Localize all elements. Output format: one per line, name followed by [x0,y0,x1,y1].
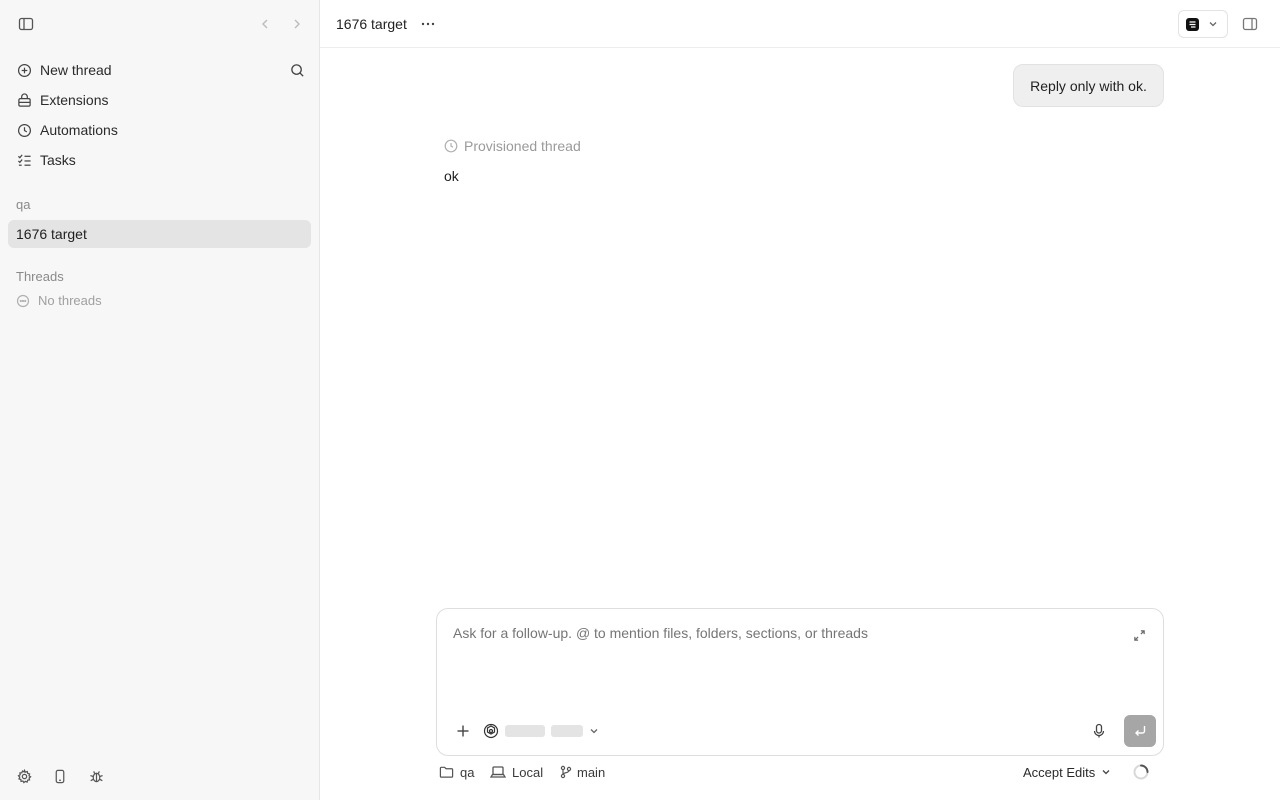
add-attachment-plus-icon[interactable] [451,719,475,743]
mobile-device-icon[interactable] [48,764,72,788]
back-arrow-icon[interactable] [253,12,277,36]
bug-icon[interactable] [84,764,108,788]
environment-selector[interactable]: Local [490,760,543,784]
model-variant-skeleton [551,725,583,737]
toggle-right-panel-icon[interactable] [1238,12,1262,36]
sidebar-item-label: 1676 target [16,226,87,242]
accept-edits-dropdown[interactable]: Accept Edits [1023,760,1111,784]
assistant-reply-text: ok [444,168,459,184]
folder-label: qa [460,764,475,780]
new-thread-label: New thread [40,62,112,78]
sidebar-item-active-thread[interactable]: 1676 target [8,220,311,248]
accept-edits-label: Accept Edits [1023,764,1096,780]
main-panel: 1676 target Reply only with ok. Provisio… [320,0,1280,800]
chevron-down-icon [589,726,599,736]
sidebar: New thread Extensions Automations Tasks … [0,0,320,800]
topbar: 1676 target [320,0,1280,48]
threads-section-label: Threads [16,269,64,284]
settings-gear-icon[interactable] [12,764,36,788]
user-message-bubble: Reply only with ok. [1013,64,1164,107]
page-title: 1676 target [336,16,407,32]
toggle-sidebar-icon[interactable] [14,12,38,36]
expand-icon[interactable] [1127,623,1151,647]
sidebar-item-automations[interactable]: Automations [8,116,311,144]
chat-bubble-icon [16,294,30,308]
extensions-icon [16,92,32,108]
empty-threads-item: No threads [16,293,102,308]
new-thread-button[interactable]: New thread [8,56,311,84]
branch-label: main [577,764,606,780]
chevron-down-icon [1208,19,1218,29]
clock-icon [16,122,32,138]
composer-footer: qa Local main Accept Edits [436,760,1164,784]
empty-threads-label: No threads [38,293,102,308]
agent-logo-icon [1186,17,1199,31]
sidebar-toolbar [0,12,320,36]
message-input[interactable] [453,625,1113,641]
microphone-icon[interactable] [1087,719,1111,743]
model-logo-icon [483,723,499,739]
sidebar-footer [0,764,320,788]
user-message-text: Reply only with ok. [1030,77,1147,94]
forward-arrow-icon[interactable] [285,12,309,36]
folder-selector[interactable]: qa [438,760,474,784]
timer-icon [444,139,458,153]
model-name-skeleton [505,725,545,737]
git-branch-icon [560,764,572,780]
sidebar-item-tasks[interactable]: Tasks [8,146,311,174]
more-options-icon[interactable] [416,12,440,36]
sidebar-item-label: Automations [40,122,118,138]
thread-status: Provisioned thread [444,138,581,154]
send-button[interactable] [1124,715,1156,747]
branch-selector[interactable]: main [560,760,605,784]
message-composer [436,608,1164,756]
plus-circle-icon [16,62,32,78]
thread-status-label: Provisioned thread [464,138,581,154]
agent-selector-button[interactable] [1178,10,1228,38]
search-icon[interactable] [285,58,309,82]
loading-spinner-icon [1132,763,1150,781]
checklist-icon [16,152,32,168]
send-arrow-icon [1133,724,1147,738]
model-selector[interactable] [483,719,599,743]
folder-icon [438,764,454,780]
laptop-icon [490,764,506,780]
environment-label: Local [512,764,544,780]
sidebar-item-label: Tasks [40,152,76,168]
sidebar-item-extensions[interactable]: Extensions [8,86,311,114]
sidebar-item-label: Extensions [40,92,109,108]
chevron-down-icon [1101,767,1111,777]
project-label: qa [16,197,31,212]
